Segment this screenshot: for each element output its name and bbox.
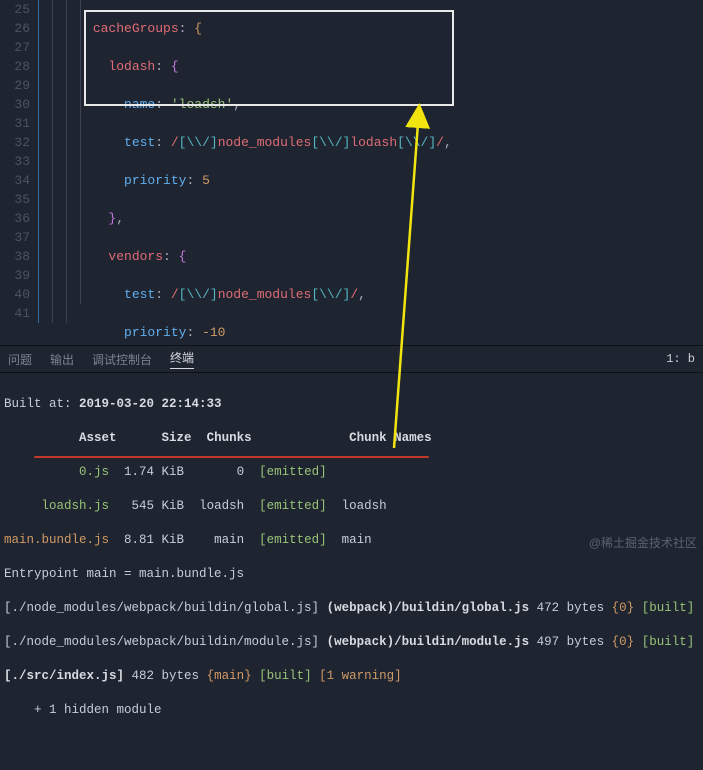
terminal-selector[interactable]: 1: b <box>666 352 695 366</box>
entrypoint-line: Entrypoint main = main.bundle.js <box>4 566 699 583</box>
prop-vendors: vendors <box>108 249 163 264</box>
terminal-output[interactable]: Built at: 2019-03-20 22:14:33 Asset Size… <box>0 373 703 557</box>
table-row: 0.js 1.74 KiB 0 [emitted] <box>4 464 699 481</box>
code-editor[interactable]: 25262728 29303132 33343536 37383940 41 c… <box>0 0 703 345</box>
tab-problems[interactable]: 问题 <box>8 351 32 368</box>
hidden-module-line: + 1 hidden module <box>4 702 699 719</box>
line-gutter: 25262728 29303132 33343536 37383940 41 <box>0 0 38 345</box>
table-header: Asset Size Chunks Chunk Names <box>4 430 699 447</box>
prop-lodash: lodash <box>108 59 155 74</box>
watermark: @稀土掘金技术社区 <box>589 534 697 551</box>
built-at-line: Built at: 2019-03-20 22:14:33 <box>4 396 699 413</box>
panel-tabs: 问题 输出 调试控制台 终端 1: b <box>0 345 703 373</box>
module-line: [./src/index.js] 482 bytes {main} [built… <box>4 668 699 685</box>
tab-terminal[interactable]: 终端 <box>170 349 194 369</box>
code-content[interactable]: cacheGroups: { lodash: { name: 'loadsh',… <box>38 0 703 345</box>
tab-debug[interactable]: 调试控制台 <box>92 351 152 368</box>
module-line: [./node_modules/webpack/buildin/global.j… <box>4 600 699 617</box>
module-line: [./node_modules/webpack/buildin/module.j… <box>4 634 699 651</box>
annotation-underline <box>34 456 429 458</box>
prop-cacheGroups: cacheGroups <box>93 21 179 36</box>
table-row: loadsh.js 545 KiB loadsh [emitted] loads… <box>4 498 699 515</box>
tab-output[interactable]: 输出 <box>50 351 74 368</box>
